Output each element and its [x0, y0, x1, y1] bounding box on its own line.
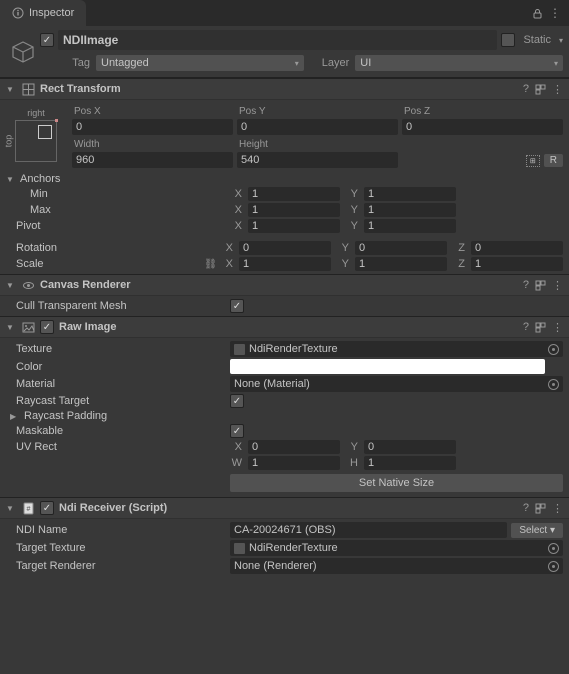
pivot-y[interactable]: [364, 219, 456, 233]
component-title: Ndi Receiver (Script): [59, 502, 518, 514]
set-native-size-button[interactable]: Set Native Size: [230, 474, 563, 492]
menu-icon[interactable]: ⋮: [552, 83, 563, 96]
help-icon[interactable]: ?: [523, 321, 529, 333]
component-title: Rect Transform: [40, 83, 518, 95]
canvas-renderer-icon: [21, 278, 35, 292]
foldout-icon[interactable]: ▼: [6, 323, 16, 332]
material-field[interactable]: None (Material): [230, 376, 563, 392]
scale-y[interactable]: [355, 257, 447, 271]
script-icon: #: [21, 501, 35, 515]
anchor-max-y[interactable]: [364, 203, 456, 217]
select-button[interactable]: Select ▾: [511, 523, 563, 538]
inspector-tab[interactable]: Inspector: [0, 0, 86, 26]
target-renderer-field[interactable]: None (Renderer): [230, 558, 563, 574]
raycast-checkbox[interactable]: [230, 394, 244, 408]
active-checkbox[interactable]: [40, 33, 54, 47]
static-label: Static: [523, 34, 551, 46]
static-checkbox[interactable]: [501, 33, 515, 47]
uv-x[interactable]: [248, 440, 340, 454]
info-icon: [12, 7, 24, 19]
target-texture-field[interactable]: NdiRenderTexture: [230, 540, 563, 556]
width-input[interactable]: [72, 152, 233, 168]
pos-z-input[interactable]: [402, 119, 563, 135]
preset-icon[interactable]: [535, 84, 546, 95]
menu-icon[interactable]: ⋮: [552, 279, 563, 292]
pivot-x[interactable]: [248, 219, 340, 233]
pos-x-input[interactable]: [72, 119, 233, 135]
scale-x[interactable]: [239, 257, 331, 271]
foldout-icon[interactable]: ▼: [6, 85, 16, 94]
anchor-min-x[interactable]: [248, 187, 340, 201]
anchors-foldout[interactable]: ▼: [6, 175, 16, 184]
context-menu-icon[interactable]: ⋮: [549, 6, 561, 20]
object-picker-icon[interactable]: [548, 543, 559, 554]
lock-icon[interactable]: [532, 8, 543, 19]
static-dropdown-icon[interactable]: ▾: [559, 36, 563, 45]
component-title: Canvas Renderer: [40, 279, 518, 291]
rot-x[interactable]: [239, 241, 331, 255]
anchor-max-x[interactable]: [248, 203, 340, 217]
gameobject-icon[interactable]: [6, 35, 40, 69]
uv-w[interactable]: [248, 456, 340, 470]
preset-icon[interactable]: [535, 322, 546, 333]
rot-z[interactable]: [471, 241, 563, 255]
maskable-checkbox[interactable]: [230, 424, 244, 438]
tab-title: Inspector: [29, 7, 74, 19]
scale-link-icon[interactable]: ⛓: [204, 259, 217, 270]
tag-label: Tag: [40, 57, 90, 69]
menu-icon[interactable]: ⋮: [552, 321, 563, 334]
layer-dropdown[interactable]: UI: [355, 55, 563, 71]
foldout-icon[interactable]: ▼: [6, 504, 16, 513]
object-picker-icon[interactable]: [548, 561, 559, 572]
help-icon[interactable]: ?: [523, 279, 529, 291]
scale-z[interactable]: [471, 257, 563, 271]
rect-transform-icon: [21, 82, 35, 96]
texture-field[interactable]: NdiRenderTexture: [230, 341, 563, 357]
help-icon[interactable]: ?: [523, 502, 529, 514]
raw-image-icon: [21, 320, 35, 334]
enable-checkbox[interactable]: [40, 320, 54, 334]
anchor-preset-button[interactable]: right top: [6, 106, 66, 168]
help-icon[interactable]: ?: [523, 83, 529, 95]
enable-checkbox[interactable]: [40, 501, 54, 515]
anchor-min-y[interactable]: [364, 187, 456, 201]
object-picker-icon[interactable]: [548, 344, 559, 355]
padding-foldout[interactable]: ▶: [10, 412, 20, 421]
height-input[interactable]: [237, 152, 398, 168]
uv-h[interactable]: [364, 456, 456, 470]
preset-icon[interactable]: [535, 280, 546, 291]
uv-y[interactable]: [364, 440, 456, 454]
foldout-icon[interactable]: ▼: [6, 281, 16, 290]
layer-label: Layer: [310, 57, 350, 69]
rot-y[interactable]: [355, 241, 447, 255]
component-title: Raw Image: [59, 321, 518, 333]
texture-asset-icon: [234, 344, 245, 355]
color-field[interactable]: [230, 359, 545, 374]
texture-asset-icon: [234, 543, 245, 554]
blueprint-mode-icon[interactable]: ⊞: [526, 155, 540, 167]
tag-dropdown[interactable]: Untagged: [96, 55, 304, 71]
ndi-name-input[interactable]: [230, 522, 507, 538]
pos-y-input[interactable]: [237, 119, 398, 135]
cull-checkbox[interactable]: [230, 299, 244, 313]
menu-icon[interactable]: ⋮: [552, 502, 563, 515]
name-input[interactable]: [58, 30, 497, 50]
object-picker-icon[interactable]: [548, 379, 559, 390]
raw-edit-button[interactable]: R: [544, 154, 563, 167]
svg-text:#: #: [26, 506, 30, 513]
preset-icon[interactable]: [535, 503, 546, 514]
